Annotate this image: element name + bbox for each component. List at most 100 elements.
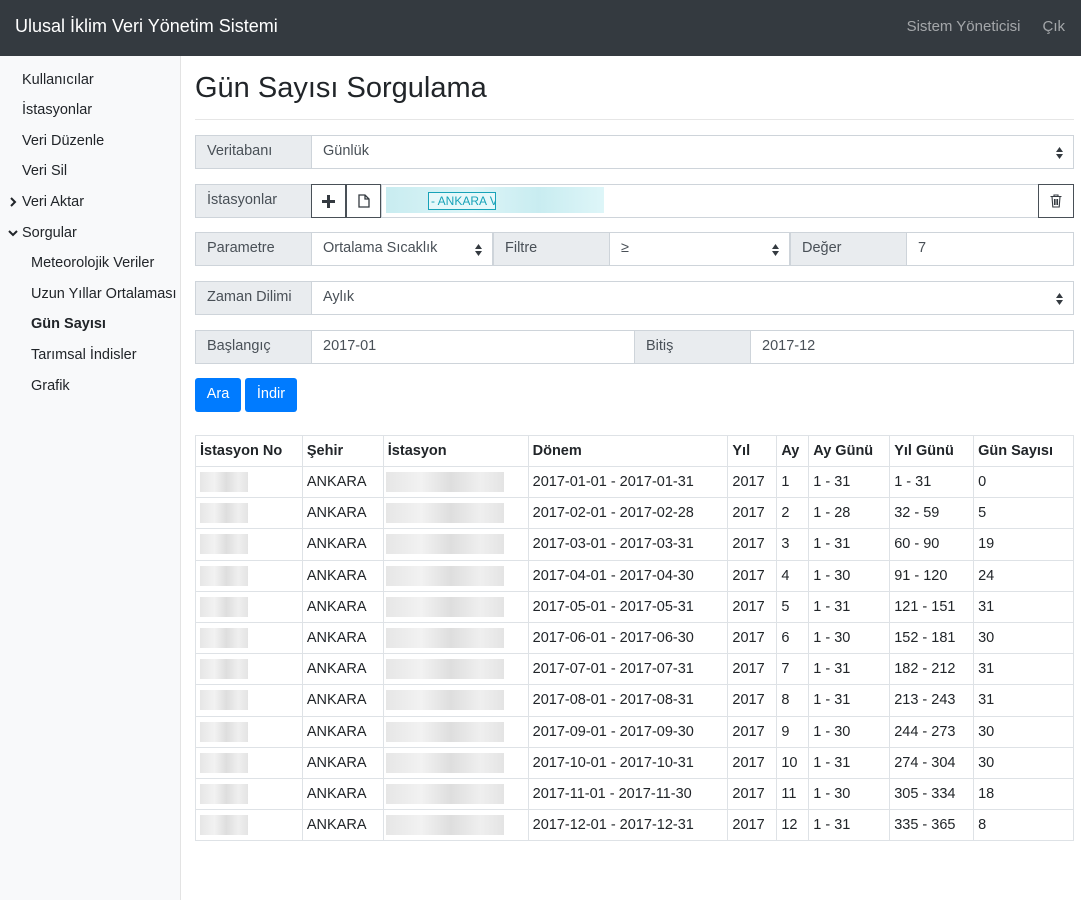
sidebar-item-users[interactable]: Kullanıcılar bbox=[22, 72, 94, 88]
year-days-cell: 121 - 151 bbox=[889, 590, 975, 623]
blurred-station-name bbox=[385, 472, 504, 493]
clear-stations-button[interactable] bbox=[1038, 184, 1074, 218]
app-title[interactable]: Ulusal İklim Veri Yönetim Sistemi bbox=[15, 16, 278, 37]
navbar-right: Sistem Yöneticisi Çık bbox=[895, 18, 1081, 35]
year-days-cell: 1 - 31 bbox=[889, 465, 975, 499]
blurred-station-name bbox=[385, 659, 504, 680]
database-row: Veritabanı Günlük bbox=[195, 135, 1074, 169]
column-header-month-days[interactable]: Ay Günü bbox=[808, 435, 891, 467]
database-select-value: Günlük bbox=[323, 143, 369, 159]
table-row: ANKARA 2017-01-01 - 2017-01-31 2017 1 1 … bbox=[195, 465, 1074, 499]
year-cell: 2017 bbox=[727, 653, 778, 686]
select-arrows-icon bbox=[1056, 147, 1063, 159]
blurred-station-name bbox=[385, 565, 504, 586]
station-cell bbox=[382, 715, 529, 748]
month-cell: 11 bbox=[776, 777, 810, 811]
start-label: Başlangıç bbox=[195, 330, 312, 364]
year-cell: 2017 bbox=[727, 621, 778, 655]
sidebar-item-meteorological-data[interactable]: Meteorolojik Veriler bbox=[31, 255, 154, 271]
logout-link[interactable]: Çık bbox=[1029, 18, 1081, 35]
period-cell: 2017-09-01 - 2017-09-30 bbox=[527, 715, 729, 748]
sidebar-item-long-term-average[interactable]: Uzun Yıllar Ortalaması bbox=[31, 286, 177, 302]
year-days-cell: 152 - 181 bbox=[889, 621, 975, 655]
column-header-city[interactable]: Şehir bbox=[301, 435, 384, 467]
year-days-cell: 60 - 90 bbox=[889, 528, 975, 561]
station-selection-area[interactable]: - ANKARA V bbox=[381, 184, 1039, 218]
end-label: Bitiş bbox=[634, 330, 751, 364]
sidebar-item-queries[interactable]: Sorgular bbox=[22, 225, 77, 241]
day-count-cell: 5 bbox=[973, 497, 1074, 530]
city-cell: ANKARA bbox=[301, 559, 384, 592]
search-button[interactable]: Ara bbox=[195, 378, 241, 412]
blurred-station-name bbox=[385, 628, 504, 649]
column-header-station[interactable]: İstasyon bbox=[382, 435, 529, 467]
day-count-cell: 30 bbox=[973, 715, 1074, 748]
select-arrows-icon bbox=[475, 244, 482, 256]
sidebar-item-chart[interactable]: Grafik bbox=[31, 378, 70, 394]
blurred-station-name bbox=[385, 815, 504, 836]
blurred-station-no bbox=[200, 815, 248, 836]
download-button[interactable]: İndir bbox=[245, 378, 297, 412]
add-station-button[interactable] bbox=[311, 184, 346, 218]
sidebar-item-agricultural-indices[interactable]: Tarımsal İndisler bbox=[31, 347, 137, 363]
station-cell bbox=[382, 746, 529, 779]
month-days-cell: 1 - 31 bbox=[808, 590, 891, 623]
year-cell: 2017 bbox=[727, 497, 778, 530]
chevron-down-icon[interactable] bbox=[8, 228, 18, 238]
period-cell: 2017-03-01 - 2017-03-31 bbox=[527, 528, 729, 561]
sidebar-item-day-count[interactable]: Gün Sayısı bbox=[31, 316, 106, 332]
month-cell: 12 bbox=[776, 809, 810, 842]
parameter-select-value: Ortalama Sıcaklık bbox=[323, 240, 438, 256]
day-count-cell: 18 bbox=[973, 777, 1074, 811]
chevron-right-icon[interactable] bbox=[8, 197, 18, 207]
database-select[interactable]: Günlük bbox=[311, 135, 1074, 169]
year-days-cell: 305 - 334 bbox=[889, 777, 975, 811]
plus-icon bbox=[322, 194, 335, 208]
column-header-year-days[interactable]: Yıl Günü bbox=[889, 435, 975, 467]
station-cell bbox=[382, 559, 529, 592]
month-days-cell: 1 - 31 bbox=[808, 746, 891, 779]
period-cell: 2017-04-01 - 2017-04-30 bbox=[527, 559, 729, 592]
sidebar-item-edit-data[interactable]: Veri Düzenle bbox=[22, 133, 104, 149]
day-count-cell: 31 bbox=[973, 653, 1074, 686]
station-cell bbox=[382, 465, 529, 499]
sidebar-item-transfer-data[interactable]: Veri Aktar bbox=[22, 194, 84, 210]
column-header-station-no[interactable]: İstasyon No bbox=[195, 435, 303, 467]
column-header-day-count[interactable]: Gün Sayısı bbox=[973, 435, 1074, 467]
end-input[interactable]: 2017-12 bbox=[750, 330, 1074, 364]
period-select[interactable]: Aylık bbox=[311, 281, 1074, 315]
table-row: ANKARA 2017-02-01 - 2017-02-28 2017 2 1 … bbox=[195, 497, 1074, 530]
parameter-label: Parametre bbox=[195, 232, 312, 266]
month-cell: 6 bbox=[776, 621, 810, 655]
column-header-month[interactable]: Ay bbox=[776, 435, 810, 467]
month-cell: 2 bbox=[776, 497, 810, 530]
start-input[interactable]: 2017-01 bbox=[311, 330, 635, 364]
parameter-select[interactable]: Ortalama Sıcaklık bbox=[311, 232, 493, 266]
blurred-station-no bbox=[200, 721, 248, 742]
year-cell: 2017 bbox=[727, 777, 778, 811]
filter-select-value: ≥ bbox=[621, 240, 629, 256]
table-body: ANKARA 2017-01-01 - 2017-01-31 2017 1 1 … bbox=[195, 465, 1074, 842]
station-no-cell bbox=[195, 465, 303, 499]
period-cell: 2017-02-01 - 2017-02-28 bbox=[527, 497, 729, 530]
station-no-cell bbox=[195, 621, 303, 655]
user-link[interactable]: Sistem Yöneticisi bbox=[895, 18, 1029, 35]
column-header-year[interactable]: Yıl bbox=[727, 435, 778, 467]
value-input[interactable]: 7 bbox=[906, 232, 1074, 266]
month-days-cell: 1 - 30 bbox=[808, 621, 891, 655]
month-cell: 7 bbox=[776, 653, 810, 686]
stations-row: İstasyonlar - ANKARA V bbox=[195, 184, 1074, 218]
filter-select[interactable]: ≥ bbox=[609, 232, 790, 266]
table-row: ANKARA 2017-05-01 - 2017-05-31 2017 5 1 … bbox=[195, 590, 1074, 623]
station-file-button[interactable] bbox=[346, 184, 381, 218]
filter-label: Filtre bbox=[493, 232, 610, 266]
sidebar-item-delete-data[interactable]: Veri Sil bbox=[22, 163, 67, 179]
column-header-period[interactable]: Dönem bbox=[527, 435, 729, 467]
month-days-cell: 1 - 30 bbox=[808, 777, 891, 811]
blurred-station-no bbox=[200, 472, 248, 493]
month-cell: 9 bbox=[776, 715, 810, 748]
station-chip[interactable]: - ANKARA V bbox=[428, 192, 496, 210]
sidebar-item-stations[interactable]: İstasyonlar bbox=[22, 102, 92, 118]
city-cell: ANKARA bbox=[301, 621, 384, 655]
city-cell: ANKARA bbox=[301, 653, 384, 686]
